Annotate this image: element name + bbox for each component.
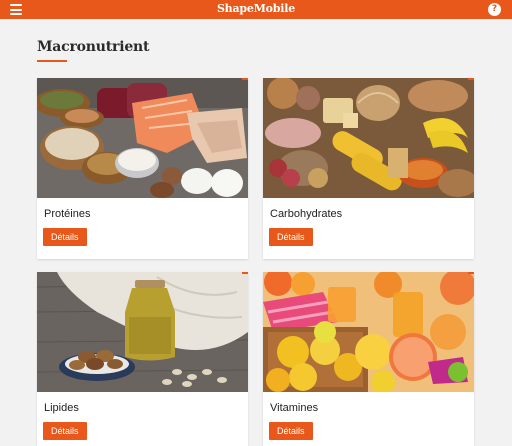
carbohydrate-foods-photo [263, 78, 474, 198]
card-label: Vitamines [270, 402, 319, 414]
lipid-foods-photo [37, 272, 248, 392]
section-title: Macronutrient [37, 39, 150, 55]
card-label: Protéines [44, 208, 91, 220]
details-button[interactable]: Détails [43, 228, 87, 246]
title-underline [37, 60, 67, 62]
card-carbohydrates[interactable]: Carbohydrates Détails [263, 78, 474, 259]
protein-foods-photo [37, 78, 248, 198]
card-accent-corner [242, 272, 248, 274]
card-vitamines[interactable]: Vitamines Détails [263, 272, 474, 446]
card-label: Lipides [44, 402, 79, 414]
card-proteines[interactable]: Protéines Détails [37, 78, 248, 259]
app-title: ShapeMobile [216, 2, 296, 15]
vitamin-fruits-photo [263, 272, 474, 392]
card-accent-corner [242, 78, 248, 80]
card-accent-corner [468, 78, 474, 80]
card-label: Carbohydrates [270, 208, 343, 220]
details-button[interactable]: Détails [269, 422, 313, 440]
card-accent-corner [468, 272, 474, 274]
card-lipides[interactable]: Lipides Détails [37, 272, 248, 446]
app-header: ShapeMobile ? [0, 0, 512, 19]
details-button[interactable]: Détails [43, 422, 87, 440]
details-button[interactable]: Détails [269, 228, 313, 246]
help-icon[interactable]: ? [488, 3, 501, 16]
